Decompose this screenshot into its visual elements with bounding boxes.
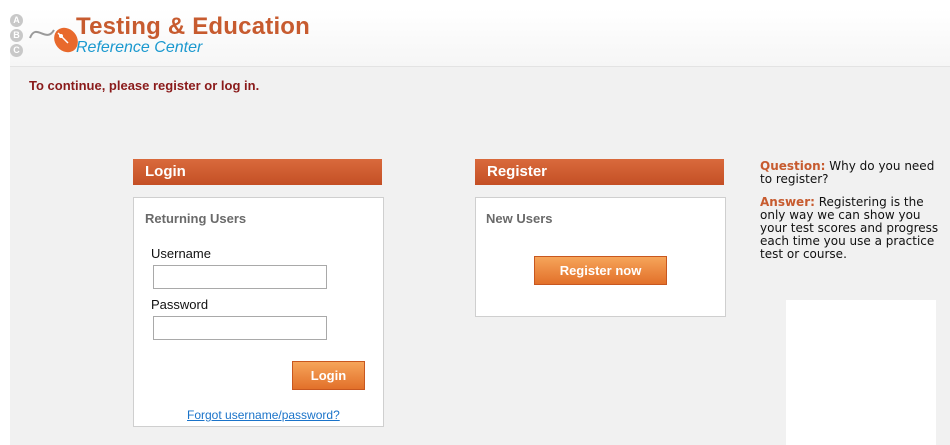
answer-label: Answer: xyxy=(760,195,815,209)
page-background: A B C Testing & Education Reference Cent… xyxy=(10,8,950,445)
forgot-password-link[interactable]: Forgot username/password? xyxy=(187,408,340,422)
blank-area xyxy=(786,300,936,445)
computer-mouse-icon xyxy=(29,27,78,53)
password-input[interactable] xyxy=(153,316,327,340)
site-header: A B C Testing & Education Reference Cent… xyxy=(10,8,950,67)
login-heading: Login xyxy=(145,163,186,180)
register-now-button[interactable]: Register now xyxy=(534,256,667,285)
new-users-title: New Users xyxy=(486,211,553,226)
register-panel: New Users Register now xyxy=(475,197,726,317)
logo-letter-a: A xyxy=(10,14,23,27)
question-label: Question: xyxy=(760,159,826,173)
returning-users-title: Returning Users xyxy=(145,211,247,226)
logo-letter-b: B xyxy=(10,29,23,42)
logo-letter-c: C xyxy=(10,44,23,57)
register-panel-header: Register xyxy=(475,159,724,185)
continue-prompt: To continue, please register or log in. xyxy=(29,78,260,93)
password-label: Password xyxy=(151,297,209,312)
username-label: Username xyxy=(151,246,211,261)
site-subtitle: Reference Center xyxy=(76,39,203,56)
login-panel-header: Login xyxy=(133,159,382,185)
registration-info: Question: Why do you need to register? A… xyxy=(760,160,950,261)
login-button[interactable]: Login xyxy=(292,361,365,390)
site-title: Testing & Education xyxy=(76,13,311,40)
question-block: Question: Why do you need to register? xyxy=(760,160,950,186)
register-heading: Register xyxy=(487,163,548,180)
username-input[interactable] xyxy=(153,265,327,289)
answer-block: Answer: Registering is the only way we c… xyxy=(760,196,950,261)
logo-abc-icon: A B C xyxy=(10,14,30,64)
login-panel: Returning Users Username Password Login … xyxy=(133,197,384,427)
